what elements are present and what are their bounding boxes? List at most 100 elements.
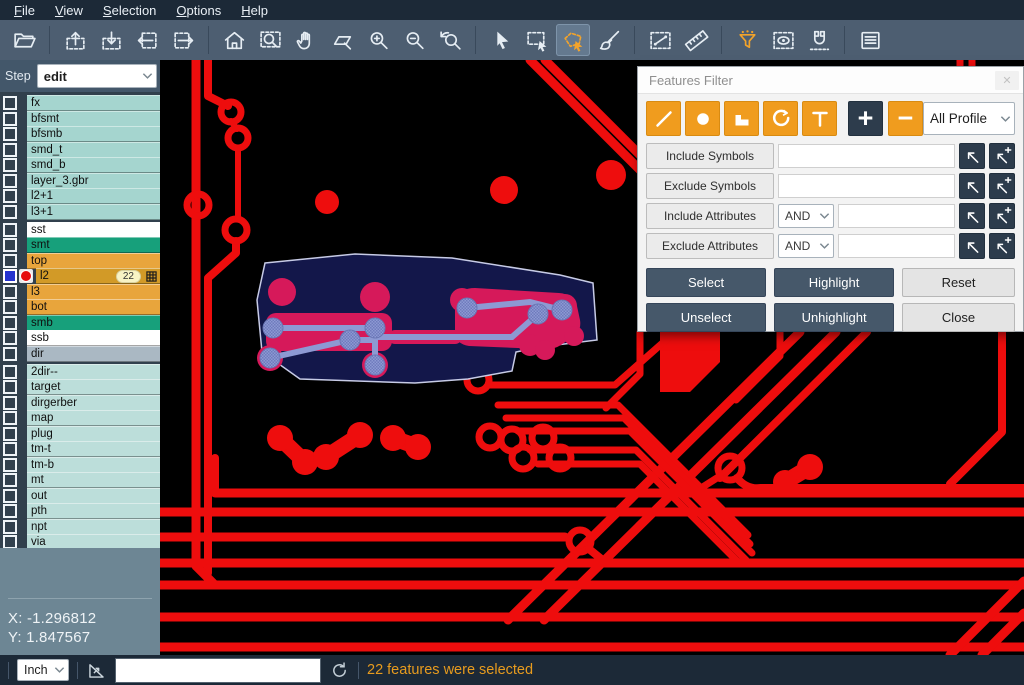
close-icon[interactable]: ✕ [995,71,1019,90]
layer-visibility-checkbox[interactable] [3,380,17,394]
layer-row-layer_3.gbr[interactable]: layer_3.gbr [0,174,160,188]
close-button[interactable]: Close [902,303,1015,332]
select-rectangle-icon[interactable] [520,24,554,56]
layer-row-bfsmb[interactable]: bfsmb [0,127,160,141]
menu-help[interactable]: Help [231,2,278,19]
layer-chip[interactable]: npt [27,519,160,535]
layer-visibility-checkbox[interactable] [3,223,17,237]
snap-mode-icon[interactable] [802,24,836,56]
menu-options[interactable]: Options [166,2,231,19]
layer-visibility-checkbox[interactable] [3,96,17,110]
layers-panel-icon[interactable] [853,24,887,56]
layer-visibility-checkbox[interactable] [3,254,17,268]
layer-grid-icon[interactable] [146,271,157,282]
layer-visibility-checkbox[interactable] [3,473,17,487]
layer-chip[interactable]: smt [27,237,160,253]
layer-row-l3+1[interactable]: l3+1 [0,205,160,219]
layer-chip[interactable]: map [27,410,160,426]
include-attributes-button[interactable]: Include Attributes [646,203,774,229]
layer-row-map[interactable]: map [0,411,160,425]
layer-chip[interactable]: plug [27,426,160,442]
pick-arrow-icon[interactable] [959,173,985,199]
unit-select[interactable]: Inch [17,659,69,681]
layer-visibility-checkbox[interactable] [3,365,17,379]
exclude-attributes-input[interactable] [838,234,955,258]
layer-visibility-checkbox[interactable] [3,300,17,314]
layer-row-l3[interactable]: l3 [0,285,160,299]
layer-chip[interactable]: dirgerber [27,395,160,411]
pick-add-arrow-icon[interactable] [989,173,1015,199]
layer-chip[interactable]: out [27,488,160,504]
layer-chip[interactable]: l3 [27,284,160,300]
layer-visibility-checkbox[interactable] [3,285,17,299]
filter-line-icon[interactable] [646,101,681,136]
exclude-symbols-input[interactable] [778,174,955,198]
pick-add-arrow-icon[interactable] [989,203,1015,229]
shift-left-icon[interactable] [130,24,164,56]
layer-row-2dir--[interactable]: 2dir-- [0,365,160,379]
layer-visibility-checkbox[interactable] [3,458,17,472]
layer-chip[interactable]: dir [27,346,160,362]
select-button[interactable]: Select [646,268,766,297]
layer-row-ssb[interactable]: ssb [0,331,160,345]
clear-brush-icon[interactable] [592,24,626,56]
layer-chip[interactable]: via [27,534,160,548]
import-top-icon[interactable] [58,24,92,56]
shift-right-icon[interactable] [166,24,200,56]
layer-row-l2+1[interactable]: l2+1 [0,189,160,203]
layer-visibility-checkbox[interactable] [3,205,17,219]
zoom-out-icon[interactable] [397,24,431,56]
layer-chip[interactable]: layer_3.gbr [27,173,160,189]
layer-row-tm-t[interactable]: tm-t [0,442,160,456]
unhighlight-button[interactable]: Unhighlight [774,303,894,332]
layer-chip[interactable]: target [27,379,160,395]
layer-row-smd_b[interactable]: smd_b [0,158,160,172]
menu-file[interactable]: File [4,2,45,19]
layer-row-npt[interactable]: npt [0,520,160,534]
layer-visibility-checkbox[interactable] [3,535,17,548]
layer-row-pth[interactable]: pth [0,504,160,518]
view-options-icon[interactable] [766,24,800,56]
layer-visibility-checkbox[interactable] [3,158,17,172]
remove-filter-button[interactable]: − [888,101,923,136]
menu-view[interactable]: View [45,2,93,19]
unselect-button[interactable]: Unselect [646,303,766,332]
highlight-button[interactable]: Highlight [774,268,894,297]
pick-add-arrow-icon[interactable] [989,233,1015,259]
layer-visibility-checkbox[interactable] [3,520,17,534]
layer-chip[interactable]: smd_t [27,142,160,158]
layer-visibility-checkbox[interactable] [3,427,17,441]
import-bottom-icon[interactable] [94,24,128,56]
layer-row-smd_t[interactable]: smd_t [0,143,160,157]
include-attributes-logic-select[interactable]: AND [778,204,834,228]
layer-chip[interactable]: top [27,253,160,269]
include-symbols-input[interactable] [778,144,955,168]
layer-row-l2[interactable]: l222 [0,269,160,283]
layer-chip[interactable]: mt [27,472,160,488]
layer-chip[interactable]: bot [27,299,160,315]
snap-corner-icon[interactable] [86,660,107,681]
layer-row-tm-b[interactable]: tm-b [0,458,160,472]
layer-chip[interactable]: ssb [27,330,160,346]
layer-chip[interactable]: l222 [36,268,160,284]
layer-row-dir[interactable]: dir [0,347,160,361]
include-attributes-input[interactable] [838,204,955,228]
layer-visibility-checkbox[interactable] [3,316,17,330]
layer-visibility-checkbox[interactable] [3,238,17,252]
measure-ruler-icon[interactable] [679,24,713,56]
zoom-window-icon[interactable] [253,24,287,56]
layer-visibility-checkbox[interactable] [3,504,17,518]
layer-row-out[interactable]: out [0,489,160,503]
zoom-previous-icon[interactable] [433,24,467,56]
layer-visibility-checkbox[interactable] [3,143,17,157]
layer-visibility-checkbox[interactable] [3,112,17,126]
zoom-selection-icon[interactable] [325,24,359,56]
layer-chip[interactable]: bfsmt [27,111,160,127]
home-view-icon[interactable] [217,24,251,56]
select-polygon-icon[interactable] [556,24,590,56]
layer-chip[interactable]: smd_b [27,157,160,173]
add-filter-button[interactable]: + [848,101,883,136]
filter-arc-icon[interactable] [763,101,798,136]
refresh-icon[interactable] [329,660,350,681]
measure-distance-icon[interactable] [643,24,677,56]
